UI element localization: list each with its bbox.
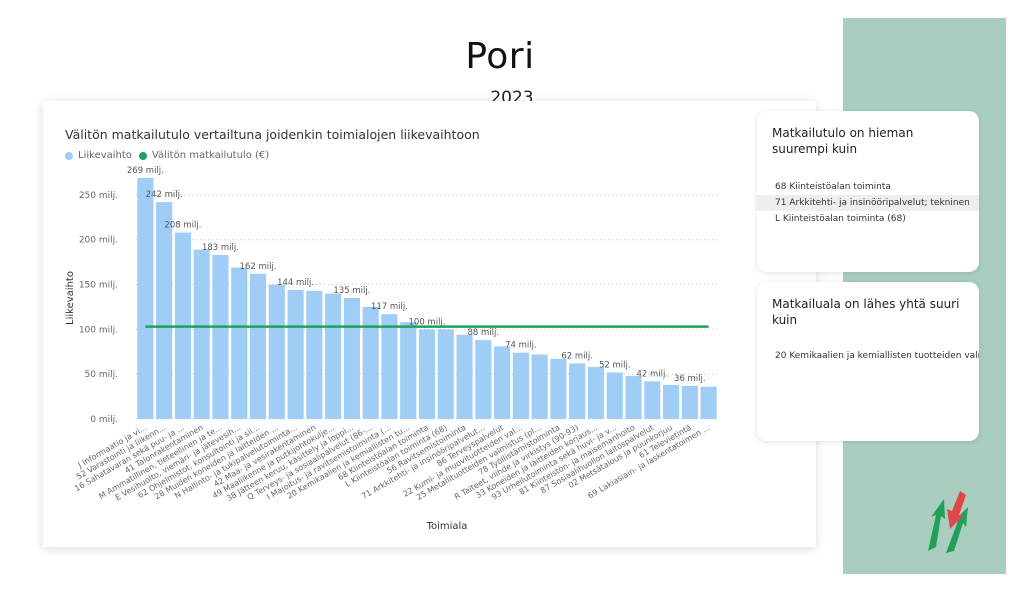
chart-legend: Liikevaihto Välitön matkailutulo (€) [65,150,269,161]
chart-card: 0 milj. 50 milj. 100 milj. 150 milj. 200 mil… [43,101,816,547]
card-list: 20 Kemikaalien ja kemiallisten tuotteide… [757,348,979,364]
bar[interactable] [306,290,323,419]
data-label: 183 milj. [202,243,239,253]
data-label: 208 milj. [164,221,201,231]
bar[interactable] [456,334,473,419]
bar[interactable] [193,249,210,419]
bar[interactable] [475,340,492,419]
comparison-card-larger: Matkailutulo on hieman suurempi kuin 68 … [757,111,979,272]
y-tick-label: 50 milj. [85,370,118,380]
comparison-card-equal: Matkailuala on lähes yhtä suuri kuin 20 … [757,282,979,441]
bar[interactable] [625,375,642,419]
bar[interactable] [512,352,529,419]
card-heading: Matkailutulo on hieman suurempi kuin [772,126,914,156]
bar[interactable] [343,298,360,419]
bar[interactable] [381,314,398,419]
bar[interactable] [587,367,605,419]
y-tick-label: 250 milj. [79,191,118,201]
data-label: 42 milj. [636,369,668,379]
y-tick-label: 150 milj. [79,281,118,291]
data-label: 162 milj. [240,262,277,272]
data-label: 62 milj. [561,351,593,361]
data-label: 117 milj. [371,302,408,312]
bar[interactable] [249,273,267,419]
bar[interactable] [437,329,454,419]
data-label: 74 milj. [505,341,537,351]
bar[interactable] [325,293,342,419]
arrows-logo-icon [928,491,968,553]
bar[interactable] [550,358,567,419]
bar[interactable] [531,354,548,419]
legend-dot-liikevaihto [65,151,73,160]
bar[interactable] [231,267,248,419]
card-heading: Matkailuala on lähes yhtä suuri kuin [772,297,960,327]
data-label: 144 milj. [277,278,314,288]
data-label: 135 milj. [333,286,370,296]
bar[interactable] [268,284,285,419]
bar[interactable] [400,322,417,419]
data-label: 88 milj. [468,328,500,338]
bar[interactable] [362,306,379,419]
bar[interactable] [494,346,511,419]
data-label: 242 milj. [146,190,183,200]
list-item[interactable]: 68 Kiinteistöalan toiminta [757,179,979,195]
card-list: 68 Kiinteistöalan toiminta 71 Arkkitehti… [757,179,979,227]
bar[interactable] [700,386,717,419]
bar[interactable] [606,372,623,419]
data-label: 36 milj. [674,374,706,384]
bar[interactable] [156,202,173,419]
bar[interactable] [644,381,661,419]
legend-dot-matkailutulo [138,151,147,160]
x-axis-title: Toimiala [426,521,468,532]
bar[interactable] [287,289,304,419]
legend-label-matkailutulo[interactable]: Välitön matkailutulo (€) [152,150,269,161]
bar[interactable] [681,385,698,419]
y-tick-label: 200 milj. [79,236,118,246]
chart-title: Välitön matkailutulo vertailtuna joidenk… [65,127,480,142]
bar[interactable] [662,384,680,419]
legend-label-liikevaihto[interactable]: Liikevaihto [78,150,132,161]
bar[interactable] [137,177,154,419]
bar[interactable] [212,254,229,419]
y-tick-label: 100 milj. [79,325,118,335]
bar[interactable] [418,329,436,419]
data-label: 52 milj. [599,360,631,370]
data-label: 269 milj. [127,166,164,176]
bar[interactable] [569,363,586,419]
y-axis-title: Liikevaihto [65,271,76,325]
y-tick-label: 0 milj. [90,415,118,425]
list-item[interactable]: 20 Kemikaalien ja kemiallisten tuotteide… [757,348,979,364]
bar-chart[interactable]: 0 milj. 50 milj. 100 milj. 150 milj. 200 mil… [43,101,816,547]
list-item-selected[interactable]: 71 Arkkitehti- ja insinööripalvelut; tek… [757,195,979,211]
page-title: Pori [465,36,535,77]
report-page: { "page": { "title": "Pori", "year": "20… [0,0,1024,592]
list-item[interactable]: L Kiinteistöalan toiminta (68) [757,211,979,227]
